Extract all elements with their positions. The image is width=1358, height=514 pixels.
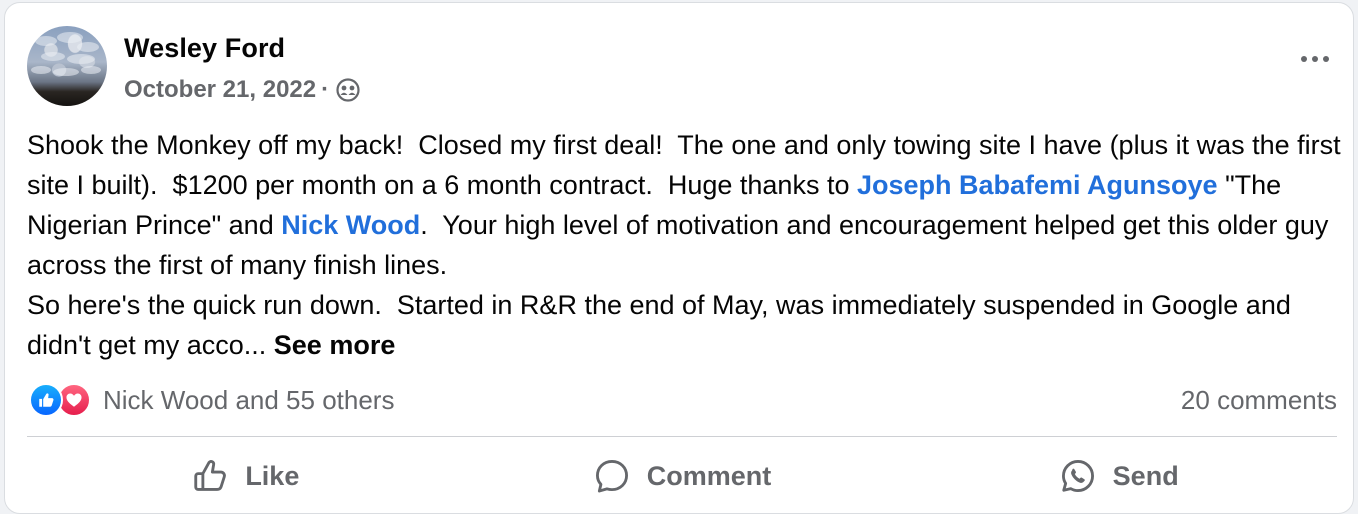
mention-joseph[interactable]: Joseph Babafemi Agunsoye [857, 170, 1218, 200]
comment-label: Comment [646, 460, 772, 491]
dot-icon [1301, 56, 1307, 62]
action-bar: Like Comment Send [27, 443, 1337, 509]
divider [27, 436, 1337, 437]
like-icon [29, 383, 63, 417]
mention-nick[interactable]: Nick Wood [281, 210, 420, 240]
more-options-button[interactable] [1295, 47, 1335, 71]
like-button[interactable]: Like [27, 443, 464, 509]
friends-icon[interactable] [336, 78, 360, 102]
comments-count[interactable]: 20 comments [1181, 385, 1337, 416]
post-meta: October 21, 2022 · [124, 76, 360, 104]
author-name[interactable]: Wesley Ford [124, 33, 285, 64]
dot-icon [1312, 56, 1318, 62]
avatar[interactable] [27, 26, 107, 106]
meta-separator: · [321, 76, 330, 103]
post-card: Wesley Ford October 21, 2022 · Shook the… [4, 2, 1354, 514]
comment-icon [595, 460, 628, 493]
whatsapp-icon [1061, 460, 1094, 492]
see-more-link[interactable]: See more [274, 330, 396, 360]
reactions-label[interactable]: Nick Wood and 55 others [103, 385, 394, 416]
reactions-summary[interactable]: Nick Wood and 55 others [29, 383, 394, 417]
dot-icon [1323, 56, 1329, 62]
thumbs-up-icon [194, 460, 227, 491]
post-body: Shook the Monkey off my back! Closed my … [27, 125, 1342, 365]
post-date[interactable]: October 21, 2022 [124, 76, 316, 104]
comment-button[interactable]: Comment [464, 443, 901, 509]
like-label: Like [245, 460, 300, 491]
send-label: Send [1112, 460, 1179, 491]
send-button[interactable]: Send [900, 443, 1337, 509]
